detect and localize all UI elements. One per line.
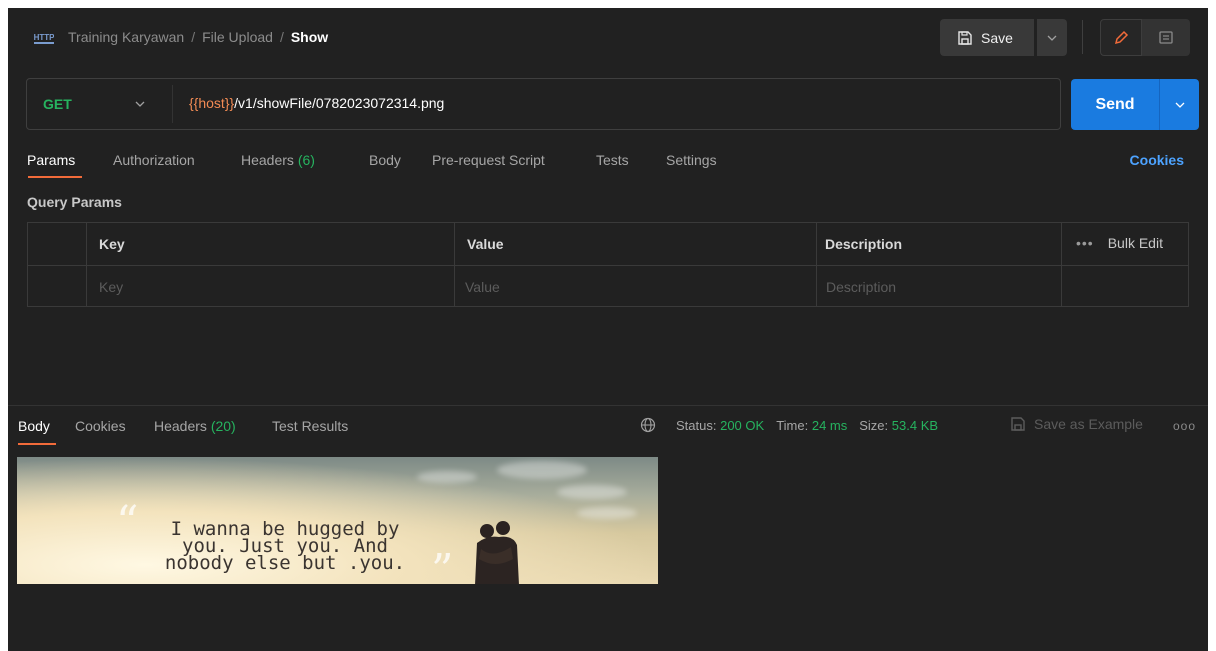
save-as-example-button[interactable]: Save as Example	[1010, 416, 1143, 432]
cloud	[497, 461, 587, 479]
send-button[interactable]: Send	[1071, 79, 1159, 130]
tab-headers[interactable]: Headers (6)	[241, 152, 315, 168]
couple-silhouette	[475, 521, 519, 584]
key-input[interactable]: Key	[99, 279, 123, 295]
cloud	[557, 485, 627, 499]
size-value[interactable]: 53.4 KB	[892, 418, 938, 433]
table-header-row: Key Value Description ••• Bulk Edit	[28, 223, 1188, 265]
save-label: Save	[981, 29, 1013, 46]
send-options-button[interactable]	[1159, 79, 1199, 130]
save-options-button[interactable]	[1037, 19, 1067, 56]
comments-button[interactable]	[1142, 19, 1190, 56]
response-image-preview: “ I wanna be hugged by you. Just you. An…	[17, 457, 658, 584]
cloud	[577, 507, 637, 519]
table-row: Key Value Description	[28, 265, 1188, 308]
svg-text:HTTP: HTTP	[34, 33, 54, 42]
time-value[interactable]: 24 ms	[812, 418, 847, 433]
breadcrumb: Training Karyawan / File Upload / Show	[68, 29, 329, 45]
response-tab-test-results[interactable]: Test Results	[272, 418, 348, 434]
chevron-down-icon	[1047, 35, 1057, 41]
response-tab-headers-label: Headers	[154, 418, 207, 434]
tab-headers-count: (6)	[297, 152, 315, 168]
http-request-icon: HTTP	[34, 33, 54, 44]
column-header-value: Value	[467, 236, 504, 252]
postman-window: HTTP Training Karyawan / File Upload / Show …	[8, 8, 1208, 651]
more-options-icon[interactable]: •••	[1076, 235, 1094, 251]
value-input[interactable]: Value	[465, 279, 500, 295]
active-tab-indicator	[28, 176, 82, 178]
save-icon	[1011, 417, 1025, 431]
save-as-example-label: Save as Example	[1034, 416, 1143, 432]
edit-button[interactable]	[1100, 19, 1142, 56]
bulk-edit-label: Bulk Edit	[1107, 235, 1163, 251]
cookies-link[interactable]: Cookies	[1130, 152, 1184, 168]
column-header-description: Description	[825, 236, 903, 252]
url-variable: {{host}}	[189, 95, 235, 111]
query-params-table: Key Value Description ••• Bulk Edit Key V…	[27, 222, 1189, 307]
breadcrumb-collection[interactable]: Training Karyawan	[68, 29, 184, 45]
breadcrumb-request[interactable]: Show	[291, 29, 328, 45]
cloud	[417, 471, 477, 483]
method-select[interactable]: GET	[43, 96, 72, 112]
size-label: Size:	[859, 418, 889, 433]
tab-params[interactable]: Params	[27, 152, 75, 168]
pencil-icon	[1114, 30, 1129, 44]
response-tab-headers[interactable]: Headers (20)	[154, 418, 236, 434]
url-path: /v1/showFile/0782023072314.png	[234, 95, 445, 111]
response-divider[interactable]	[8, 405, 1208, 406]
query-params-title: Query Params	[27, 194, 122, 210]
chevron-down-icon[interactable]	[135, 101, 145, 107]
comment-icon	[1159, 30, 1173, 44]
bulk-edit-button[interactable]: ••• Bulk Edit	[1076, 235, 1163, 251]
column-header-key: Key	[99, 236, 125, 252]
image-quote-text: I wanna be hugged by you. Just you. And …	[115, 520, 455, 574]
save-button[interactable]: Save	[940, 19, 1034, 56]
tab-headers-label: Headers	[241, 152, 294, 168]
response-tab-cookies[interactable]: Cookies	[75, 418, 126, 434]
more-options-icon[interactable]: ooo	[1173, 419, 1196, 433]
tab-authorization[interactable]: Authorization	[113, 152, 195, 168]
response-status-bar: Status: 200 OK Time: 24 ms Size: 53.4 KB	[676, 418, 938, 433]
response-tab-body[interactable]: Body	[18, 418, 50, 434]
status-value[interactable]: 200 OK	[720, 418, 764, 433]
quote-line: nobody else but .you.	[164, 552, 406, 574]
chevron-down-icon	[1175, 102, 1184, 108]
method-divider	[172, 85, 173, 123]
request-tabs: Params Authorization Headers (6) Body Pr…	[8, 150, 1208, 178]
response-tab-headers-count: (20)	[210, 418, 236, 434]
breadcrumb-folder[interactable]: File Upload	[202, 29, 273, 45]
save-icon	[958, 30, 972, 45]
tab-pre-request-script[interactable]: Pre-request Script	[432, 152, 545, 168]
description-input[interactable]: Description	[826, 279, 896, 295]
status-label: Status:	[676, 418, 717, 433]
request-url-bar: GET {{host}}/v1/showFile/0782023072314.p…	[26, 78, 1061, 130]
tab-tests[interactable]: Tests	[596, 152, 629, 168]
tab-settings[interactable]: Settings	[666, 152, 717, 168]
tab-body[interactable]: Body	[369, 152, 401, 168]
globe-icon[interactable]	[640, 417, 656, 433]
active-response-tab-indicator	[18, 443, 56, 445]
request-header: HTTP Training Karyawan / File Upload / Show …	[8, 8, 1208, 68]
close-quote-icon: ”	[431, 545, 454, 584]
url-input[interactable]: {{host}}/v1/showFile/0782023072314.png	[189, 95, 444, 111]
header-divider	[1082, 20, 1083, 54]
time-label: Time:	[776, 418, 809, 433]
